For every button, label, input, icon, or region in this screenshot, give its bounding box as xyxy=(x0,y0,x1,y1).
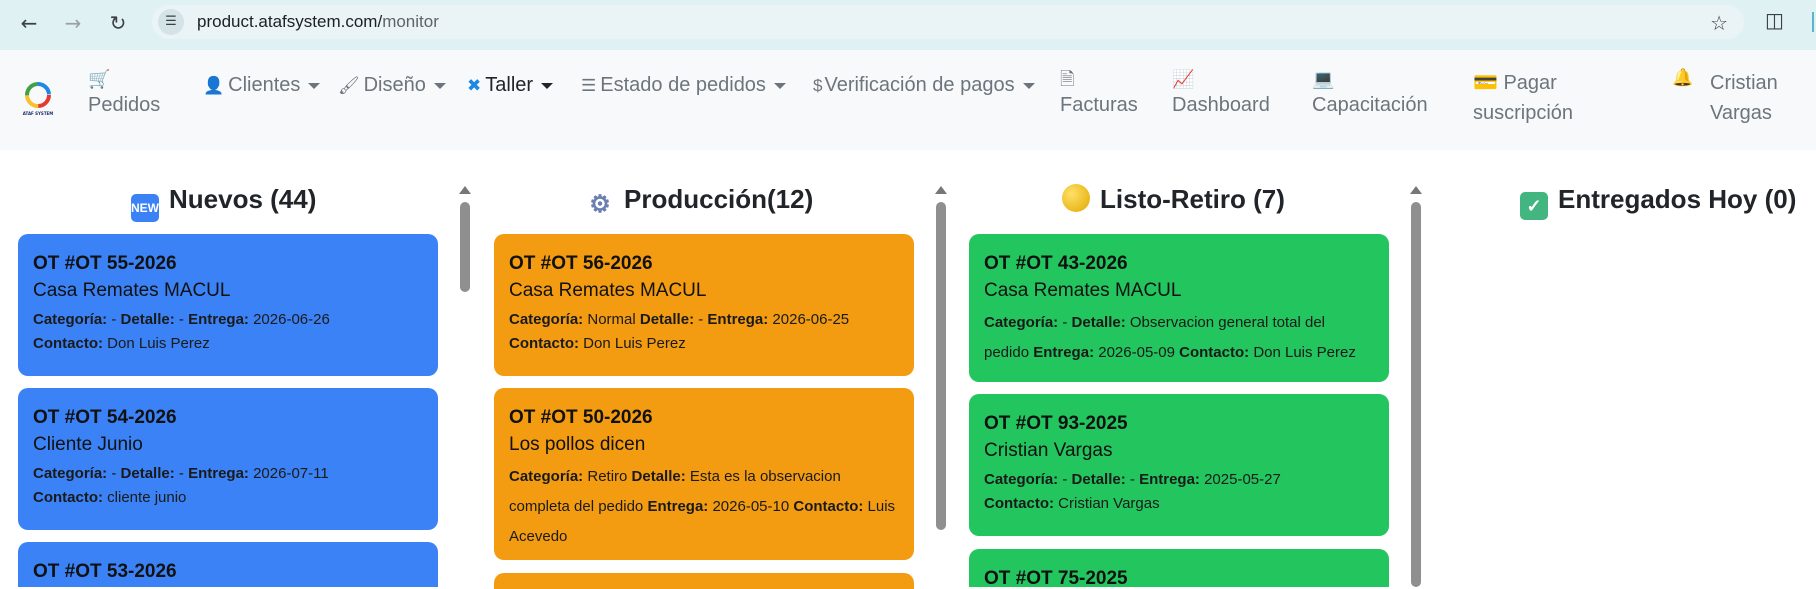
order-number: OT #OT 53-2026 xyxy=(33,561,177,582)
cart-icon: 🛒 xyxy=(88,69,111,89)
order-details: Categoría: - Detalle: Observacion genera… xyxy=(984,314,1356,361)
nav-facturas[interactable]: 🗎 Facturas xyxy=(1060,68,1138,120)
order-card[interactable]: OT #OT 55-2026 Casa Remates MACUL Catego… xyxy=(18,234,438,376)
chevron-down-icon xyxy=(541,82,554,89)
order-details: Categoría: Normal Detalle: - Entrega: 20… xyxy=(509,311,850,352)
scrollbar-nuevos[interactable] xyxy=(457,186,473,587)
order-details: Categoría: Retiro Detalle: Esta es la ob… xyxy=(509,468,896,545)
scrollbar-produccion[interactable] xyxy=(933,186,949,587)
order-card[interactable]: OT #OT 56-2026 Casa Remates MACUL Catego… xyxy=(494,234,914,376)
nav-user-menu[interactable]: Cristian Vargas xyxy=(1710,68,1778,128)
invoice-icon: 🗎 xyxy=(1060,69,1075,89)
chevron-down-icon xyxy=(1022,82,1035,89)
yellow-circle-icon xyxy=(1062,184,1090,212)
new-badge-icon: NEW xyxy=(131,194,159,222)
nav-taller[interactable]: ✖ Taller xyxy=(467,74,554,97)
order-number: OT #OT 93-2025 xyxy=(984,413,1128,434)
order-client: Casa Remates MACUL xyxy=(509,280,707,301)
url-text[interactable]: product.atafsystem.com/monitor xyxy=(197,12,439,32)
scroll-thumb[interactable] xyxy=(460,202,470,292)
chevron-down-icon xyxy=(773,82,786,89)
app-navbar: ATAF SYSTEM 🛒 Pedidos 👤 Clientes 🖌 Diseño … xyxy=(0,50,1816,150)
nav-pagar-suscripcion[interactable]: 💳 Pagar suscripción xyxy=(1473,68,1573,128)
order-number: OT #OT 55-2026 xyxy=(33,253,177,274)
scroll-up-arrow-icon[interactable] xyxy=(935,186,947,194)
window-edge xyxy=(1812,12,1814,32)
order-number: OT #OT 50-2026 xyxy=(509,407,653,428)
order-details: Categoría: - Detalle: - Entrega: 2025-05… xyxy=(984,471,1281,512)
back-arrow-icon[interactable]: ← xyxy=(14,8,44,38)
user-icon: 👤 xyxy=(203,76,225,95)
check-box-icon: ✓ xyxy=(1520,192,1548,220)
nav-capacitacion[interactable]: 💻 Capacitación xyxy=(1312,68,1428,120)
gear-icon: ⚙ xyxy=(589,191,611,218)
nav-diseno[interactable]: 🖌 Diseño xyxy=(338,74,446,97)
nav-pedidos[interactable]: 🛒 Pedidos xyxy=(88,68,160,120)
order-card[interactable]: OT #OT 50-2026 Los pollos dicen Categorí… xyxy=(494,388,914,560)
order-number: OT #OT 54-2026 xyxy=(33,407,177,428)
credit-card-icon: 💳 xyxy=(1473,72,1498,94)
nav-dashboard[interactable]: 📈 Dashboard xyxy=(1172,68,1270,120)
column-title-nuevos: NEW Nuevos (44) xyxy=(131,184,316,222)
column-title-listo-retiro: Listo-Retiro (7) xyxy=(1062,184,1285,215)
scroll-up-arrow-icon[interactable] xyxy=(1410,186,1422,194)
scroll-up-arrow-icon[interactable] xyxy=(459,186,471,194)
chevron-down-icon xyxy=(433,82,446,89)
order-details: Categoría: - Detalle: - Entrega: 2026-06… xyxy=(33,311,330,352)
order-card[interactable]: OT #OT 53-2026 xyxy=(18,542,438,587)
chart-line-icon: 📈 xyxy=(1172,69,1195,89)
order-client: Casa Remates MACUL xyxy=(984,280,1182,301)
order-details: Categoría: - Detalle: - Entrega: 2026-07… xyxy=(33,465,329,506)
order-client: Casa Remates MACUL xyxy=(33,280,231,301)
chevron-down-icon xyxy=(308,82,321,89)
order-number: OT #OT 75-2025 xyxy=(984,568,1128,587)
dollar-icon: $ xyxy=(813,76,823,95)
nav-verificacion-pagos[interactable]: $ Verificación de pagos xyxy=(813,74,1035,97)
order-card[interactable]: OT #OT 43-2026 Casa Remates MACUL Catego… xyxy=(969,234,1389,382)
tools-icon: ✖ xyxy=(467,76,482,95)
order-card[interactable]: OT #OT 75-2025 xyxy=(969,549,1389,587)
order-client: Cliente Junio xyxy=(33,434,143,455)
scroll-thumb[interactable] xyxy=(1411,202,1421,587)
order-client: Cristian Vargas xyxy=(984,440,1113,461)
order-number: OT #OT 56-2026 xyxy=(509,253,653,274)
order-card[interactable]: OT #OT 93-2025 Cristian Vargas Categoría… xyxy=(969,394,1389,536)
list-check-icon: ☰ xyxy=(581,76,597,95)
scroll-thumb[interactable] xyxy=(936,202,946,530)
address-bar[interactable]: ☰ product.atafsystem.com/monitor ☆ xyxy=(152,5,1744,39)
site-info-icon[interactable]: ☰ xyxy=(158,9,184,35)
teacher-icon: 💻 xyxy=(1312,69,1335,89)
forward-arrow-icon[interactable]: → xyxy=(58,8,88,38)
extensions-icon[interactable]: ◫ xyxy=(1765,8,1784,32)
paintbrush-icon: 🖌 xyxy=(338,76,360,95)
order-number: OT #OT 43-2026 xyxy=(984,253,1128,274)
reload-icon[interactable]: ↻ xyxy=(103,8,133,38)
bell-icon[interactable]: 🔔 xyxy=(1672,68,1693,88)
bookmark-star-icon[interactable]: ☆ xyxy=(1710,11,1728,35)
scrollbar-listo-retiro[interactable] xyxy=(1408,186,1424,587)
browser-toolbar: ← → ↻ ☰ product.atafsystem.com/monitor ☆… xyxy=(0,0,1816,50)
column-title-produccion: ⚙ Producción(12) xyxy=(586,184,813,219)
nav-estado-pedidos[interactable]: ☰ Estado de pedidos xyxy=(581,74,786,97)
order-card[interactable]: OT #OT 54-2026 Cliente Junio Categoría: … xyxy=(18,388,438,530)
column-title-entregados-hoy: ✓ Entregados Hoy (0) xyxy=(1520,184,1796,220)
logo-text: ATAF SYSTEM xyxy=(22,111,54,116)
nav-clientes[interactable]: 👤 Clientes xyxy=(203,74,321,97)
order-client: Los pollos dicen xyxy=(509,434,646,455)
